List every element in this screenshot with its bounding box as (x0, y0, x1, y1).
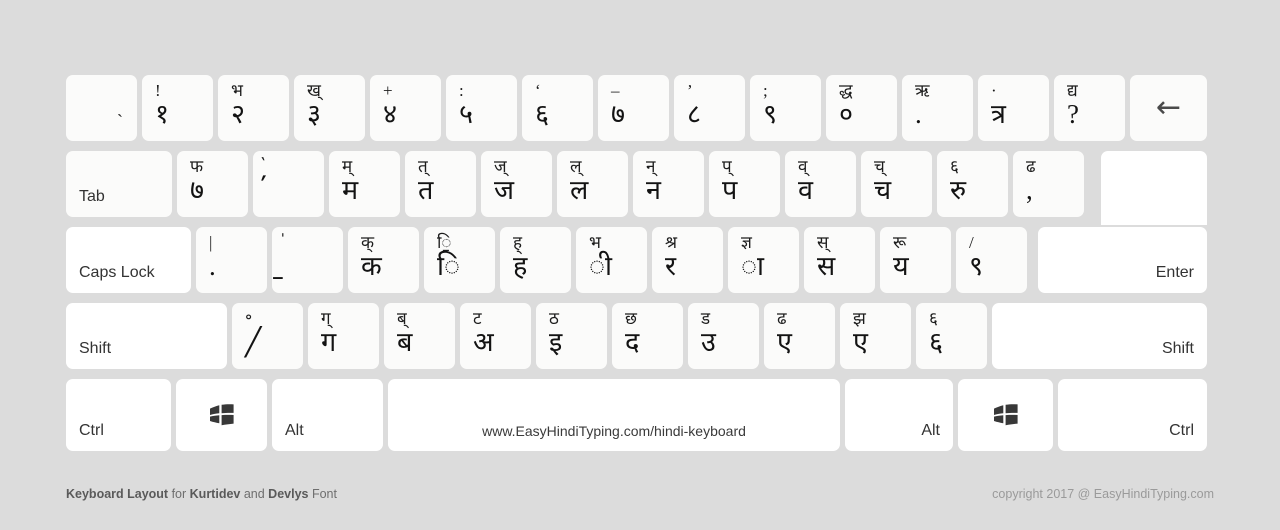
keyboard-layout: `! १ भ २ ख् ३ +४:५ ‘६–७’ ८; ९ द्ध ० ऋ. · त्र द्य? ← Tab फ ७… (0, 0, 1280, 530)
key-legend-shift: ढ (777, 309, 787, 328)
key-b[interactable]: छद (612, 303, 683, 369)
key-backslash[interactable]: ॰ ╱ (232, 303, 303, 369)
key-n[interactable]: डउ (688, 303, 759, 369)
key-legend-base: अ (473, 327, 494, 357)
key-shift-left[interactable]: Shift (66, 303, 227, 369)
key-enter-upper (1101, 151, 1207, 225)
key-shift-right-label: Shift (1161, 340, 1194, 357)
windows-logo-icon (209, 404, 234, 426)
key-enter-label: Enter (1155, 264, 1194, 281)
key-comma[interactable]: झए (840, 303, 911, 369)
key-alt-left[interactable]: Alt (272, 379, 383, 451)
key-legend-shift: ब् (397, 309, 407, 328)
key-v[interactable]: ठइ (536, 303, 607, 369)
key-ctrl-left[interactable]: Ctrl (66, 379, 171, 451)
key-x[interactable]: ब् ब (384, 303, 455, 369)
key-alt-right-label: Alt (921, 422, 940, 439)
key-c[interactable]: टअ (460, 303, 531, 369)
footer: Keyboard Layout for Kurtidev and Devlys … (0, 480, 1280, 530)
key-space-label: www.EasyHindiTyping.com/hindi-keyboard (482, 423, 746, 439)
key-period[interactable]: ६६ (916, 303, 987, 369)
footer-credit: Keyboard Layout for Kurtidev and Devlys … (66, 486, 337, 502)
footer-credit-bold-1: Keyboard Layout (66, 487, 169, 501)
windows-logo-icon (993, 404, 1018, 426)
key-ctrl-right[interactable]: Ctrl (1058, 379, 1207, 451)
key-win-right[interactable] (958, 379, 1053, 451)
key-shift-right[interactable]: Shift (992, 303, 1207, 369)
key-legend-base: द (625, 327, 640, 357)
key-alt-right[interactable]: Alt (845, 379, 953, 451)
key-enter-lower: Enter (1038, 227, 1207, 293)
key-legend-shift: ड (701, 309, 711, 328)
key-legend-shift: ठ (549, 309, 559, 328)
footer-credit-plain-1: for (168, 487, 190, 501)
key-legend-shift: झ (853, 309, 866, 328)
key-legend-shift: छ (625, 309, 637, 328)
key-legend-base: उ (701, 327, 716, 357)
key-ctrl-left-label: Ctrl (79, 422, 104, 439)
key-win-left[interactable] (176, 379, 267, 451)
key-z[interactable]: ग् ग (308, 303, 379, 369)
key-legend-base: इ (549, 327, 563, 357)
footer-credit-bold-3: Devlys (268, 487, 309, 501)
footer-copyright: copyright 2017 @ EasyHindiTyping.com (992, 487, 1214, 501)
key-ctrl-right-label: Ctrl (1169, 422, 1194, 439)
key-legend-base: ६ (929, 327, 944, 357)
key-legend-base: ग (321, 327, 337, 357)
key-shift-left-label: Shift (79, 340, 112, 357)
key-legend-base: ब (397, 327, 413, 357)
footer-credit-bold-2: Kurtidev (189, 487, 241, 501)
key-legend-shift: ॰ (245, 309, 253, 328)
key-legend-shift: ट (473, 309, 482, 328)
key-legend-base: ए (777, 327, 792, 357)
key-legend-base: ╱ (245, 327, 262, 357)
key-legend-base: ए (853, 327, 868, 357)
footer-credit-plain-3: Font (308, 487, 337, 501)
key-alt-left-label: Alt (285, 422, 304, 439)
key-space[interactable]: www.EasyHindiTyping.com/hindi-keyboard (388, 379, 840, 451)
footer-credit-plain-2: and (240, 487, 269, 501)
key-legend-shift: ग् (321, 309, 331, 328)
key-legend-shift: ६ (929, 309, 938, 328)
key-m[interactable]: ढए (764, 303, 835, 369)
